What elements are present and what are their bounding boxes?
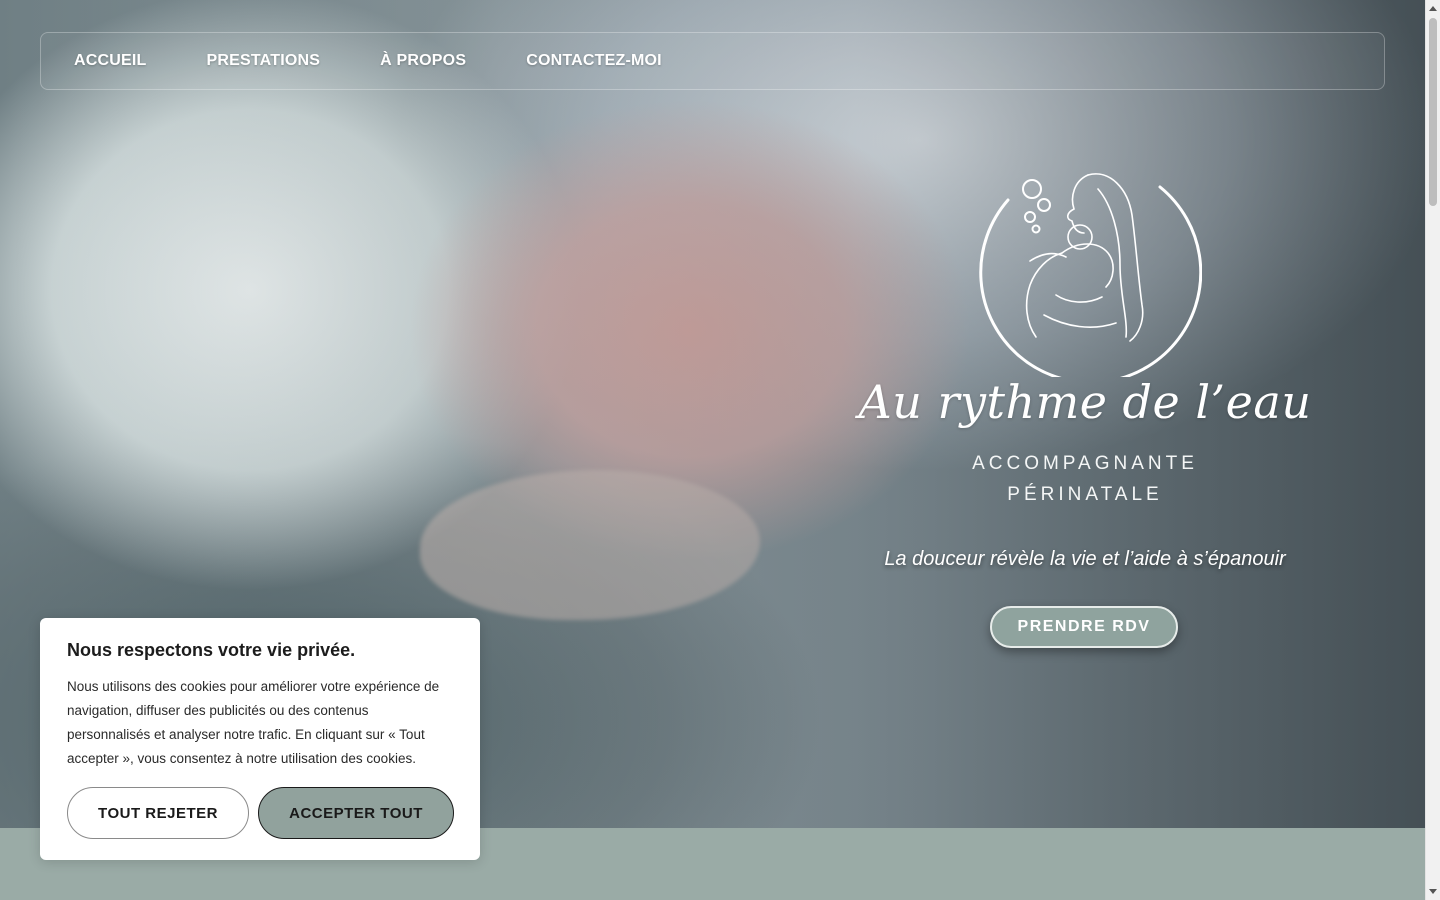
brand-subtitle-line-2: PÉRINATALE xyxy=(1007,484,1163,505)
main-navigation: ACCUEIL PRESTATIONS À PROPOS CONTACTEZ-M… xyxy=(40,32,1385,90)
scroll-up-icon[interactable] xyxy=(1429,6,1437,11)
scroll-down-icon[interactable] xyxy=(1429,889,1437,894)
brand-subtitle: ACCOMPAGNANTE PÉRINATALE xyxy=(935,448,1235,510)
nav-item-accueil[interactable]: ACCUEIL xyxy=(74,52,147,70)
cookie-consent-banner: Nous respectons votre vie privée. Nous u… xyxy=(40,618,480,860)
scrollbar-thumb[interactable] xyxy=(1429,18,1437,206)
cookie-description: Nous utilisons des cookies pour améliore… xyxy=(67,679,440,766)
page-scrollbar[interactable] xyxy=(1425,0,1440,900)
brand-logo-icon xyxy=(979,173,1202,377)
brand-name: Au rythme de l’eau xyxy=(858,375,1312,429)
book-appointment-button[interactable]: PRENDRE RDV xyxy=(990,606,1178,648)
accept-all-button[interactable]: ACCEPTER TOUT xyxy=(258,787,454,839)
cookie-actions: TOUT REJETER ACCEPTER TOUT xyxy=(67,787,454,839)
hero-tagline: La douceur révèle la vie et l’aide à s’é… xyxy=(884,548,1286,570)
reject-all-button[interactable]: TOUT REJETER xyxy=(67,787,249,839)
brand-subtitle-line-1: ACCOMPAGNANTE xyxy=(972,453,1198,474)
nav-item-contact[interactable]: CONTACTEZ-MOI xyxy=(526,52,662,70)
cookie-title: Nous respectons votre vie privée. xyxy=(67,640,356,660)
nav-item-prestations[interactable]: PRESTATIONS xyxy=(207,52,321,70)
nav-item-a-propos[interactable]: À PROPOS xyxy=(380,52,466,70)
